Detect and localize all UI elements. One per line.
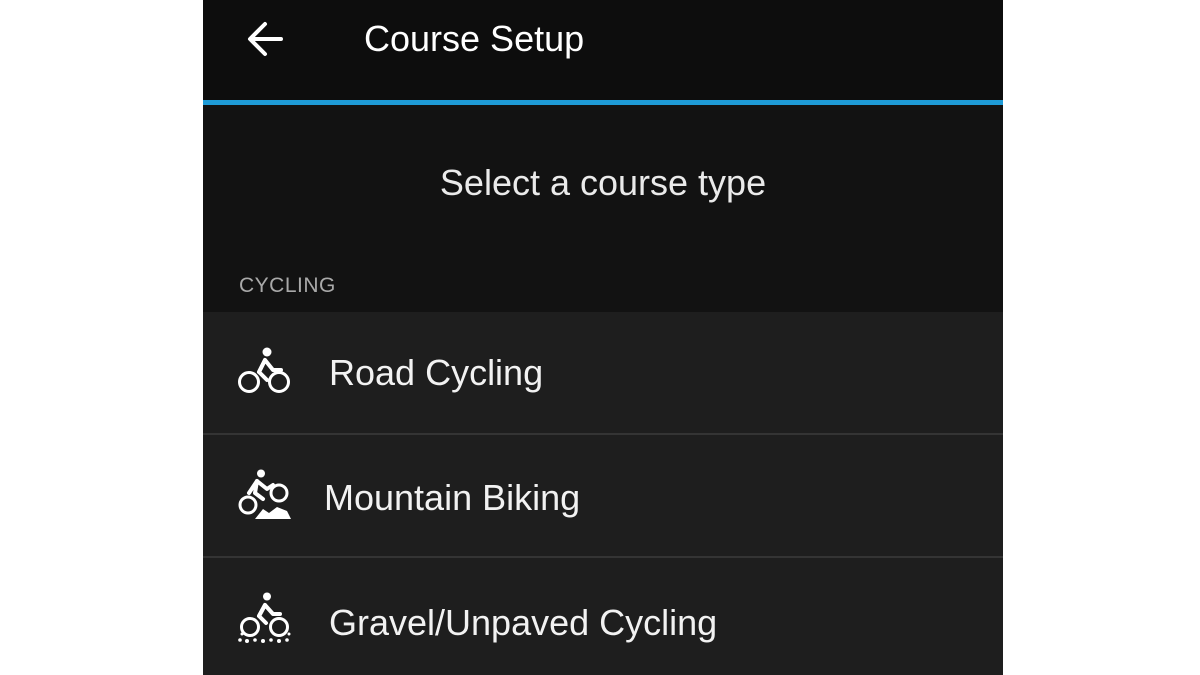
gravel-cycling-icon bbox=[238, 592, 291, 643]
road-cycling-icon bbox=[238, 347, 290, 393]
list-item-gravel-cycling[interactable]: Gravel/Unpaved Cycling bbox=[203, 558, 1003, 675]
list-item-mountain-biking[interactable]: Mountain Biking bbox=[203, 435, 1003, 558]
course-type-prompt: Select a course type bbox=[439, 162, 767, 203]
mountain-biking-icon bbox=[238, 469, 291, 519]
list-item-label: Mountain Biking bbox=[324, 477, 581, 518]
section-header-cycling: CYCLING bbox=[239, 274, 336, 297]
list-item-road-cycling[interactable]: Road Cycling bbox=[203, 312, 1003, 435]
back-button[interactable] bbox=[239, 16, 291, 62]
list-item-label: Road Cycling bbox=[329, 352, 544, 393]
page-title: Course Setup bbox=[364, 18, 585, 59]
course-setup-screen: Course Setup Select a course type CYCLIN… bbox=[203, 0, 1003, 675]
list-item-label: Gravel/Unpaved Cycling bbox=[329, 602, 718, 643]
header-accent-line bbox=[203, 100, 1003, 105]
app-bar: Course Setup bbox=[203, 0, 1003, 100]
arrow-left-icon bbox=[248, 22, 283, 56]
course-type-list: Road Cycling Mountain Biking Gravel/Unpa… bbox=[203, 312, 1003, 675]
